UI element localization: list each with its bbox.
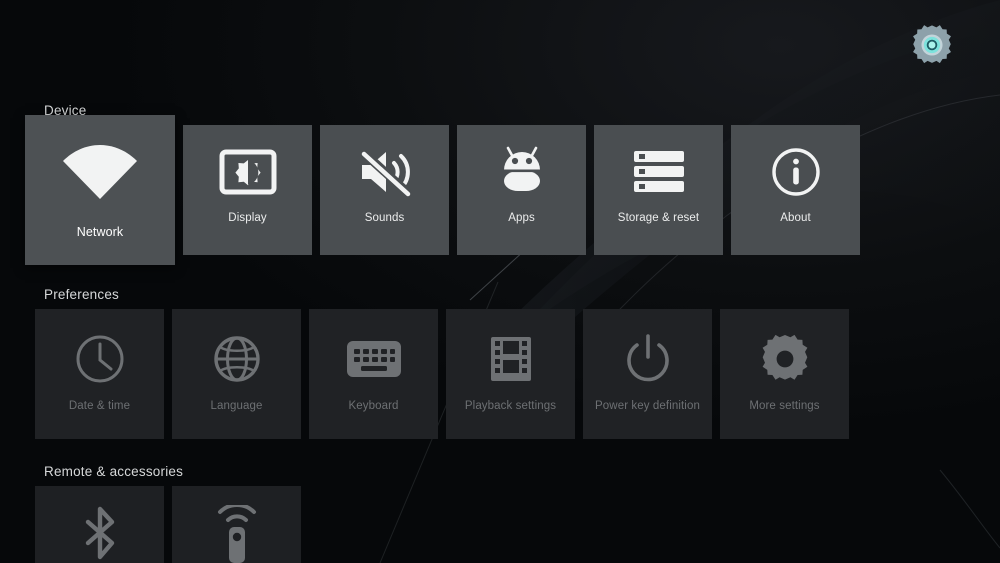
tile-language[interactable]: Language <box>172 309 301 439</box>
tile-playback-settings[interactable]: Playback settings <box>446 309 575 439</box>
globe-icon <box>211 309 263 399</box>
tile-label-network: Network <box>76 225 124 239</box>
tile-row-remote-accessories: Bluetooth Remote <box>35 486 309 563</box>
storage-icon <box>632 125 686 211</box>
info-icon <box>770 125 822 211</box>
tile-label-keyboard: Keyboard <box>348 400 399 412</box>
tile-power-key-definition[interactable]: Power key definition <box>583 309 712 439</box>
tile-display[interactable]: Display <box>183 125 312 255</box>
section-device: Device Network Display Sounds Apps Stora… <box>25 103 868 265</box>
tile-about[interactable]: About <box>731 125 860 255</box>
tile-remote[interactable]: Remote <box>172 486 301 563</box>
film-icon <box>487 309 535 399</box>
tile-network[interactable]: Network <box>25 115 175 265</box>
tile-row-preferences: Date & time Language Keyboard Playback s… <box>35 309 857 439</box>
power-icon <box>623 309 673 399</box>
section-title-preferences: Preferences <box>44 287 119 302</box>
tile-bluetooth[interactable]: Bluetooth <box>35 486 164 563</box>
tile-storage-reset[interactable]: Storage & reset <box>594 125 723 255</box>
section-remote-accessories: Remote & accessories Bluetooth <box>35 464 309 563</box>
remote-icon <box>211 486 263 563</box>
tile-label-playback-settings: Playback settings <box>464 400 557 412</box>
tile-label-sounds: Sounds <box>364 212 405 224</box>
tile-keyboard[interactable]: Keyboard <box>309 309 438 439</box>
tile-label-storage-reset: Storage & reset <box>617 212 700 224</box>
tile-label-date-time: Date & time <box>68 400 131 412</box>
tile-label-display: Display <box>228 212 267 224</box>
settings-screen: Device Network Display Sounds Apps Stora… <box>0 0 1000 563</box>
clock-icon <box>74 309 126 399</box>
keyboard-icon <box>345 309 403 399</box>
tile-more-settings[interactable]: More settings <box>720 309 849 439</box>
tile-label-about: About <box>780 212 811 224</box>
tile-label-power-key-definition: Power key definition <box>595 400 700 412</box>
wifi-icon <box>59 115 141 219</box>
tile-label-more-settings: More settings <box>749 400 820 412</box>
bluetooth-icon <box>77 486 123 563</box>
settings-content: Device Network Display Sounds Apps Stora… <box>0 0 1000 563</box>
tile-label-apps: Apps <box>508 212 535 224</box>
section-title-remote-accessories: Remote & accessories <box>44 464 184 479</box>
tile-row-device: Network Display Sounds Apps Storage & re… <box>25 115 868 265</box>
tile-sounds[interactable]: Sounds <box>320 125 449 255</box>
gear-icon <box>759 309 811 399</box>
tile-date-time[interactable]: Date & time <box>35 309 164 439</box>
android-icon <box>496 125 548 211</box>
sound-mute-icon <box>356 125 414 211</box>
tile-label-language: Language <box>210 400 263 412</box>
tile-apps[interactable]: Apps <box>457 125 586 255</box>
display-icon <box>219 125 277 211</box>
section-preferences: Preferences Date & time Language Keyboar… <box>35 287 857 439</box>
